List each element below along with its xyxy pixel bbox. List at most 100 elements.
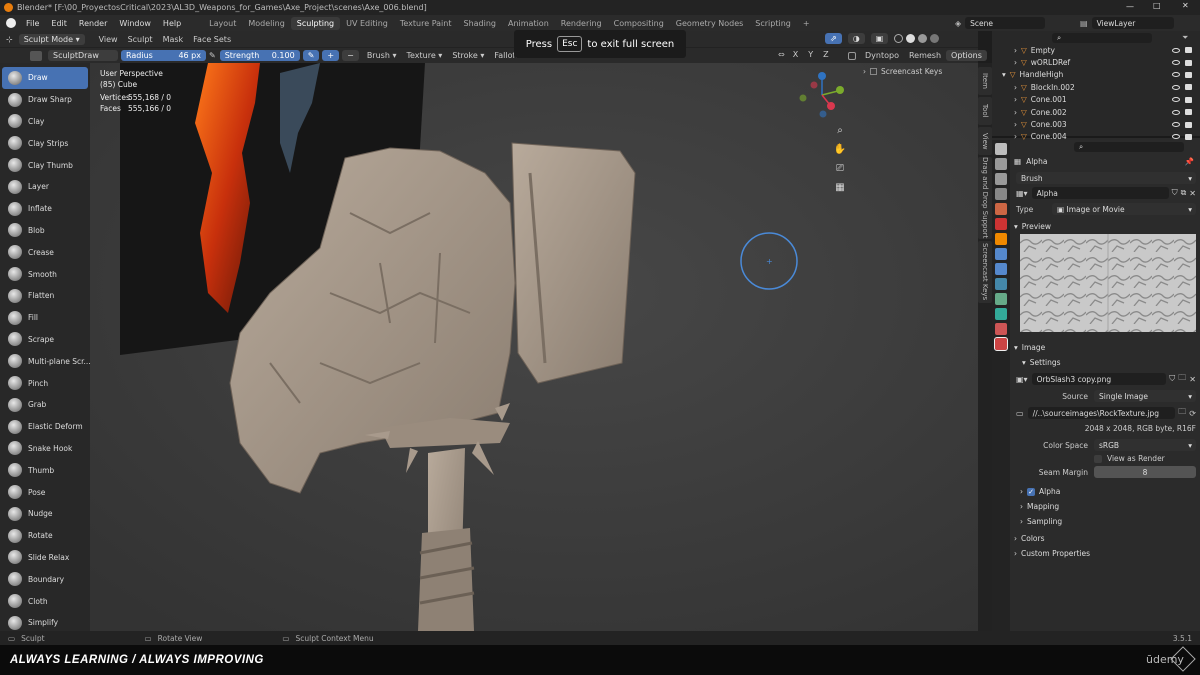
axis-z[interactable]: Z — [818, 50, 833, 59]
tab-scripting[interactable]: Scripting — [749, 17, 797, 30]
expand-arrow-icon[interactable]: › — [1014, 120, 1017, 129]
tool-fill[interactable]: Fill — [2, 307, 88, 329]
view-as-render-checkbox[interactable] — [1094, 454, 1102, 463]
outliner-item[interactable]: › ▽ Cone.003 — [992, 118, 1200, 130]
visibility-eye-icon[interactable] — [1172, 60, 1180, 66]
tool-tab-icon[interactable] — [995, 143, 1007, 155]
tab-texture-paint[interactable]: Texture Paint — [394, 17, 458, 30]
reload-icon[interactable]: ⟳ — [1189, 409, 1196, 418]
header-menu-face-sets[interactable]: Face Sets — [188, 35, 236, 44]
tool-simplify[interactable]: Simplify — [2, 612, 88, 631]
render-camera-icon[interactable] — [1185, 71, 1192, 78]
direction-subtract-icon[interactable]: − — [342, 50, 359, 61]
tab-sculpting[interactable]: Sculpting — [290, 16, 341, 30]
output-tab-icon[interactable] — [995, 173, 1007, 185]
tool-pinch[interactable]: Pinch — [2, 372, 88, 394]
menu-edit[interactable]: Edit — [45, 19, 73, 28]
expand-arrow-icon[interactable]: ▾ — [1002, 70, 1006, 79]
header-menu-sculpt[interactable]: Sculpt — [123, 35, 158, 44]
tab-shading[interactable]: Shading — [457, 17, 502, 30]
axis-y[interactable]: Y — [803, 50, 818, 59]
image-fake-user-icon[interactable]: ⛉ — [1169, 374, 1175, 384]
header-menu-mask[interactable]: Mask — [158, 35, 189, 44]
grid-icon[interactable]: ▦ — [832, 178, 848, 197]
image-unlink-icon[interactable]: ✕ — [1189, 375, 1196, 384]
data-tab-icon[interactable] — [995, 308, 1007, 320]
menu-window[interactable]: Window — [113, 19, 157, 28]
pin-icon[interactable]: 📌 — [1185, 157, 1194, 166]
radius-pressure-icon[interactable]: ✎ — [209, 51, 216, 60]
render-camera-icon[interactable] — [1185, 84, 1192, 91]
unlink-icon[interactable]: ✕ — [1189, 189, 1196, 198]
tab-rendering[interactable]: Rendering — [555, 17, 608, 30]
folder-icon[interactable]: 🗀 — [1178, 372, 1186, 386]
sampling-section[interactable]: › Sampling — [1014, 514, 1198, 529]
gizmo-toggle-icon[interactable]: ⇗ — [825, 33, 842, 44]
brush-name-field[interactable]: SculptDraw — [48, 50, 118, 61]
tab-layout[interactable]: Layout — [203, 17, 242, 30]
outliner-search-input[interactable]: ⌕ — [1052, 32, 1152, 43]
dyntopo-checkbox[interactable] — [848, 51, 856, 60]
options-dropdown[interactable]: Options — [946, 50, 987, 61]
visibility-eye-icon[interactable] — [1172, 109, 1180, 115]
tab-compositing[interactable]: Compositing — [608, 17, 670, 30]
tool-blob[interactable]: Blob — [2, 220, 88, 242]
tool-grab[interactable]: Grab — [2, 394, 88, 416]
view-layer-tab-icon[interactable] — [995, 188, 1007, 200]
fake-user-icon[interactable]: ⛉ — [1172, 188, 1178, 198]
expand-arrow-icon[interactable]: › — [1014, 58, 1017, 67]
visibility-eye-icon[interactable] — [1172, 72, 1180, 78]
mode-dropdown[interactable]: Sculpt Mode ▾ — [18, 33, 85, 45]
brush-context-dropdown[interactable]: Brush ▾ — [1016, 172, 1196, 184]
dyntopo-label[interactable]: Dyntopo — [860, 51, 904, 60]
viewlayer-field[interactable]: ViewLayer — [1091, 17, 1174, 29]
sidebar-tab-tool[interactable]: Tool — [978, 97, 992, 125]
visibility-eye-icon[interactable] — [1172, 122, 1180, 128]
xray-icon[interactable]: ▣ — [870, 33, 889, 44]
tool-clay[interactable]: Clay — [2, 111, 88, 133]
3d-viewport[interactable]: + User Perspective (85) Cube Vertices 555… — [90, 63, 978, 631]
image-browse-icon[interactable]: ▣▾ — [1016, 375, 1028, 384]
outliner-item[interactable]: › ▽ Cone.001 — [992, 94, 1200, 106]
tab-modeling[interactable]: Modeling — [242, 17, 290, 30]
screencast-checkbox[interactable] — [870, 68, 877, 75]
zoom-icon[interactable]: ⌕ — [832, 121, 848, 140]
world-tab-icon[interactable] — [995, 218, 1007, 230]
seam-margin-field[interactable]: 8 — [1094, 466, 1196, 478]
menu-render[interactable]: Render — [73, 19, 113, 28]
tool-multi-plane-scr[interactable]: Multi-plane Scr... — [2, 350, 90, 372]
alpha-section[interactable]: › ✓ Alpha — [1014, 484, 1198, 499]
maximize-icon[interactable]: □ — [1153, 1, 1161, 10]
duplicate-icon[interactable]: ⧉ — [1181, 188, 1187, 198]
particles-tab-icon[interactable] — [995, 263, 1007, 275]
expand-arrow-icon[interactable]: › — [1014, 46, 1017, 55]
tab-uv-editing[interactable]: UV Editing — [340, 17, 394, 30]
visibility-eye-icon[interactable] — [1172, 97, 1180, 103]
shading-rendered-icon[interactable] — [930, 34, 940, 43]
physics-tab-icon[interactable] — [995, 278, 1007, 290]
sidebar-tab-item[interactable]: Item — [978, 67, 992, 95]
tool-clay-thumb[interactable]: Clay Thumb — [2, 154, 88, 176]
radius-slider[interactable]: Radius 46 px — [121, 50, 206, 61]
scene-selector[interactable]: ◈ Scene — [955, 17, 1046, 29]
material-tab-icon[interactable] — [995, 323, 1007, 335]
alpha-checkbox[interactable]: ✓ — [1027, 487, 1035, 496]
tool-elastic-deform[interactable]: Elastic Deform — [2, 416, 88, 438]
tool-pose[interactable]: Pose — [2, 481, 88, 503]
preview-section[interactable]: ▾ Preview — [1014, 219, 1198, 234]
scene-field[interactable]: Scene — [965, 17, 1046, 29]
view-as-render-row[interactable]: View as Render — [1094, 454, 1196, 463]
sidebar-tab-drag-and-drop-support[interactable]: Drag and Drop Support — [978, 157, 992, 239]
close-icon[interactable]: ✕ — [1182, 1, 1189, 10]
sidebar-tab-screencast-keys[interactable]: Screencast Keys — [978, 241, 992, 303]
editor-type-icon[interactable]: ⊹ — [6, 35, 13, 44]
type-dropdown[interactable]: ▣ Image or Movie ▾ — [1052, 203, 1196, 215]
tool-thumb[interactable]: Thumb — [2, 459, 88, 481]
outliner-item[interactable]: › ▽ wORLDRef — [992, 56, 1200, 68]
tool-cloth[interactable]: Cloth — [2, 590, 88, 612]
texture-browse-icon[interactable]: ▦▾ — [1016, 189, 1028, 198]
blender-menu-icon[interactable] — [6, 18, 16, 28]
tab-geometry-nodes[interactable]: Geometry Nodes — [670, 17, 749, 30]
shading-solid-icon[interactable] — [906, 34, 916, 43]
add-workspace-button[interactable]: + — [797, 17, 816, 30]
